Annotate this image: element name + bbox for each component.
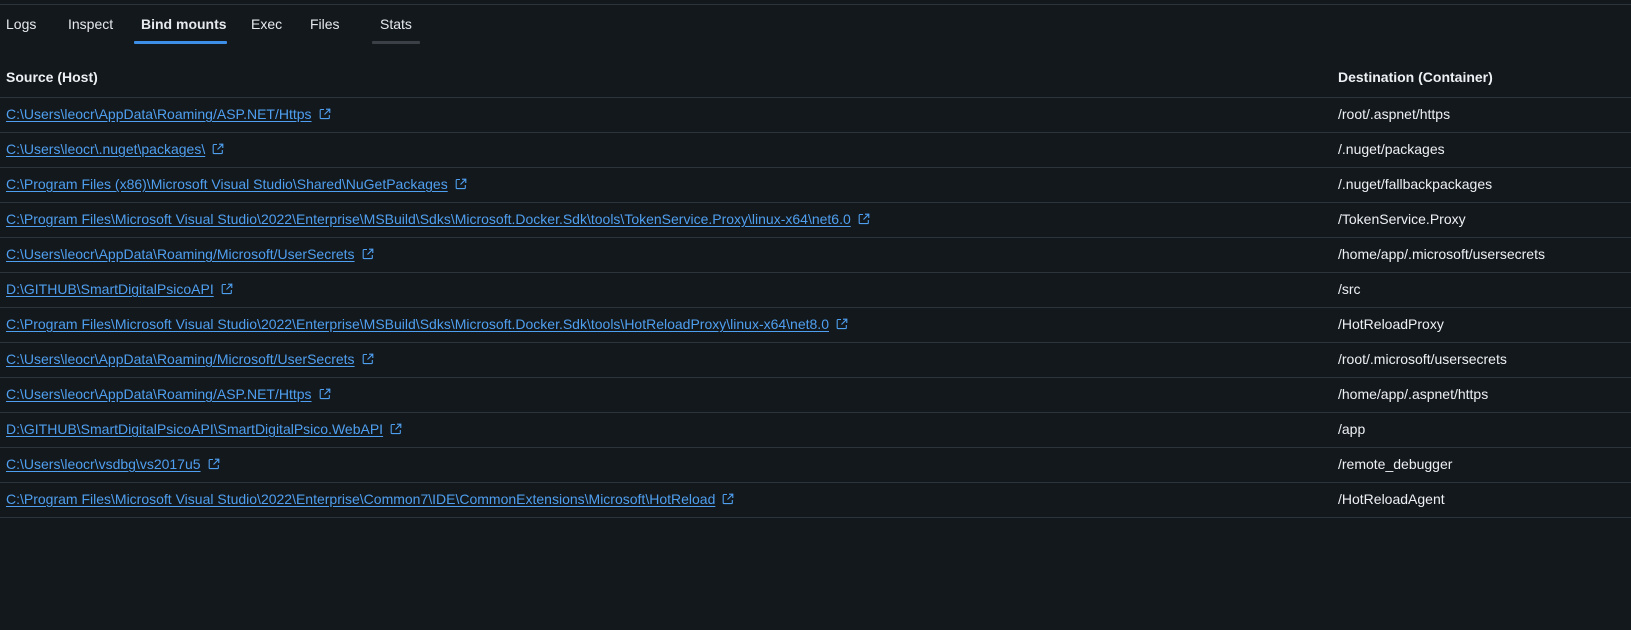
source-cell: C:\Program Files (x86)\Microsoft Visual … (6, 176, 467, 192)
external-link-icon[interactable] (221, 283, 233, 295)
source-cell: D:\GITHUB\SmartDigitalPsicoAPI\SmartDigi… (6, 421, 402, 437)
external-link-icon[interactable] (836, 318, 848, 330)
external-link-icon[interactable] (212, 143, 224, 155)
source-path-link[interactable]: C:\Users\leocr\AppData\Roaming/Microsoft… (6, 351, 355, 367)
tab-inspect[interactable]: Inspect (60, 4, 134, 44)
source-cell: C:\Users\leocr\AppData\Roaming/ASP.NET/H… (6, 106, 331, 122)
source-cell: C:\Users\leocr\.nuget\packages\ (6, 141, 224, 157)
source-path-link[interactable]: C:\Users\leocr\AppData\Roaming/Microsoft… (6, 246, 355, 262)
tab-stats[interactable]: Stats (372, 4, 420, 44)
tab-files[interactable]: Files (298, 4, 372, 44)
source-path-link[interactable]: D:\GITHUB\SmartDigitalPsicoAPI\SmartDigi… (6, 421, 383, 437)
external-link-icon[interactable] (362, 353, 374, 365)
source-cell: D:\GITHUB\SmartDigitalPsicoAPI (6, 281, 233, 297)
external-link-icon[interactable] (319, 388, 331, 400)
source-cell: C:\Users\leocr\AppData\Roaming/ASP.NET/H… (6, 386, 331, 402)
source-path-link[interactable]: C:\Users\leocr\AppData\Roaming/ASP.NET/H… (6, 106, 312, 122)
external-link-icon[interactable] (362, 248, 374, 260)
external-link-icon[interactable] (319, 108, 331, 120)
table-header: Source (Host) Destination (Container) (0, 57, 1631, 98)
tab-logs[interactable]: Logs (0, 4, 60, 44)
tab-underline (298, 41, 372, 44)
destination-cell: /HotReloadAgent (1338, 491, 1445, 507)
destination-cell: /TokenService.Proxy (1338, 211, 1466, 227)
source-path-link[interactable]: C:\Program Files\Microsoft Visual Studio… (6, 316, 829, 332)
destination-cell: /HotReloadProxy (1338, 316, 1444, 332)
column-header-destination: Destination (Container) (1338, 69, 1493, 85)
container-details-panel: Logs Inspect Bind mounts Exec Files Stat… (0, 0, 1631, 630)
source-path-link[interactable]: C:\Users\leocr\vsdbg\vs2017u5 (6, 456, 201, 472)
external-link-icon[interactable] (858, 213, 870, 225)
table-row: C:\Users\leocr\AppData\Roaming/Microsoft… (0, 238, 1631, 273)
destination-cell: /home/app/.microsoft/usersecrets (1338, 246, 1545, 262)
table-row: C:\Users\leocr\AppData\Roaming/Microsoft… (0, 343, 1631, 378)
external-link-icon[interactable] (208, 458, 220, 470)
destination-cell: /root/.microsoft/usersecrets (1338, 351, 1507, 367)
tab-bind-mounts[interactable]: Bind mounts (134, 4, 227, 44)
destination-cell: /app (1338, 421, 1366, 437)
source-cell: C:\Users\leocr\AppData\Roaming/Microsoft… (6, 351, 374, 367)
table-row: D:\GITHUB\SmartDigitalPsicoAPI /src (0, 273, 1631, 308)
source-cell: C:\Users\leocr\AppData\Roaming/Microsoft… (6, 246, 374, 262)
tab-underline (0, 41, 60, 44)
table-body: C:\Users\leocr\AppData\Roaming/ASP.NET/H… (0, 98, 1631, 518)
source-path-link[interactable]: D:\GITHUB\SmartDigitalPsicoAPI (6, 281, 214, 297)
source-cell: C:\Program Files\Microsoft Visual Studio… (6, 316, 848, 332)
destination-cell: /home/app/.aspnet/https (1338, 386, 1489, 402)
destination-cell: /remote_debugger (1338, 456, 1453, 472)
table-row: C:\Users\leocr\.nuget\packages\ /.nuget/… (0, 133, 1631, 168)
source-path-link[interactable]: C:\Users\leocr\.nuget\packages\ (6, 141, 205, 157)
tab-exec[interactable]: Exec (227, 4, 298, 44)
external-link-icon[interactable] (722, 493, 734, 505)
table-row: C:\Program Files (x86)\Microsoft Visual … (0, 168, 1631, 203)
destination-cell: /.nuget/packages (1338, 141, 1445, 157)
table-row: C:\Users\leocr\AppData\Roaming/ASP.NET/H… (0, 378, 1631, 413)
tab-label: Stats (380, 16, 412, 32)
source-cell: C:\Program Files\Microsoft Visual Studio… (6, 491, 734, 507)
destination-cell: /.nuget/fallbackpackages (1338, 176, 1493, 192)
table-row: C:\Users\leocr\vsdbg\vs2017u5 /remote_de… (0, 448, 1631, 483)
source-cell: C:\Program Files\Microsoft Visual Studio… (6, 211, 870, 227)
source-cell: C:\Users\leocr\vsdbg\vs2017u5 (6, 456, 220, 472)
external-link-icon[interactable] (455, 178, 467, 190)
destination-cell: /src (1338, 281, 1361, 297)
table-row: C:\Users\leocr\AppData\Roaming/ASP.NET/H… (0, 98, 1631, 133)
source-path-link[interactable]: C:\Program Files\Microsoft Visual Studio… (6, 491, 715, 507)
bind-mounts-table: Source (Host) Destination (Container) C:… (0, 57, 1631, 518)
source-path-link[interactable]: C:\Users\leocr\AppData\Roaming/ASP.NET/H… (6, 386, 312, 402)
tab-underline (227, 41, 298, 44)
tab-label: Bind mounts (141, 16, 227, 32)
tab-label: Logs (6, 16, 37, 32)
column-header-source: Source (Host) (6, 69, 98, 85)
tab-label: Exec (251, 16, 283, 32)
source-path-link[interactable]: C:\Program Files (x86)\Microsoft Visual … (6, 176, 448, 192)
tab-label: Files (310, 16, 340, 32)
tab-active-underline (134, 41, 227, 44)
table-row: C:\Program Files\Microsoft Visual Studio… (0, 203, 1631, 238)
table-row: C:\Program Files\Microsoft Visual Studio… (0, 483, 1631, 518)
external-link-icon[interactable] (390, 423, 402, 435)
tab-label: Inspect (68, 16, 114, 32)
tab-hover-underline (372, 41, 420, 44)
tab-underline (60, 41, 134, 44)
table-row: C:\Program Files\Microsoft Visual Studio… (0, 308, 1631, 343)
source-path-link[interactable]: C:\Program Files\Microsoft Visual Studio… (6, 211, 851, 227)
destination-cell: /root/.aspnet/https (1338, 106, 1451, 122)
table-row: D:\GITHUB\SmartDigitalPsicoAPI\SmartDigi… (0, 413, 1631, 448)
tab-bar: Logs Inspect Bind mounts Exec Files Stat… (0, 4, 420, 44)
